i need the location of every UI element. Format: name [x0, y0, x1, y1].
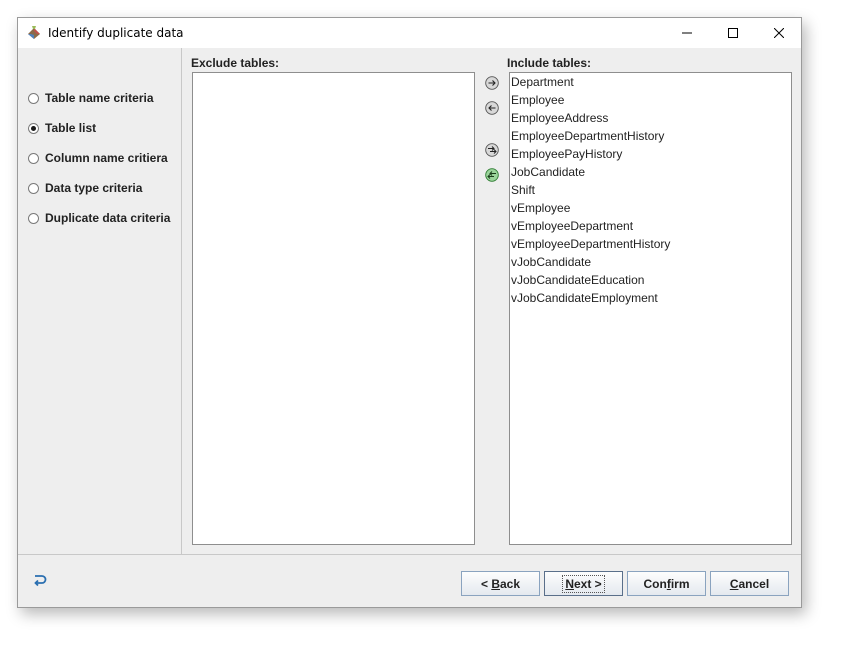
- radio-button-selected[interactable]: [28, 122, 39, 134]
- back-label-mnemonic: B: [491, 576, 500, 591]
- list-item[interactable]: Department: [510, 73, 791, 91]
- include-tables-label: Include tables:: [507, 56, 592, 70]
- list-item[interactable]: EmployeeAddress: [510, 109, 791, 127]
- arrow-right-icon[interactable]: [485, 76, 499, 90]
- list-item[interactable]: JobCandidate: [510, 163, 791, 181]
- list-item[interactable]: vEmployeeDepartment: [510, 217, 791, 235]
- next-label-mnemonic: N: [565, 576, 574, 591]
- confirm-button[interactable]: Confirm: [627, 571, 706, 596]
- confirm-label-post: irm: [670, 576, 690, 591]
- maximize-button[interactable]: [710, 18, 756, 48]
- window-title: Identify duplicate data: [48, 26, 184, 40]
- back-label-pre: <: [480, 576, 492, 591]
- list-item[interactable]: Employee: [510, 91, 791, 109]
- next-label-post: ext >: [573, 576, 602, 591]
- list-item[interactable]: EmployeePayHistory: [510, 145, 791, 163]
- radio-label: Table name criteria: [45, 91, 154, 105]
- cancel-button[interactable]: Cancel: [710, 571, 789, 596]
- arrow-left-icon[interactable]: [485, 101, 499, 115]
- radio-label: Data type criteria: [45, 181, 143, 195]
- list-item[interactable]: vJobCandidateEmployment: [510, 289, 791, 307]
- radio-button[interactable]: [28, 212, 39, 224]
- radio-data-type-criteria[interactable]: Data type criteria: [28, 180, 142, 196]
- confirm-label-pre: Con: [643, 576, 667, 591]
- radio-label: Column name critiera: [45, 151, 168, 165]
- cancel-label-post: ancel: [738, 576, 770, 591]
- list-item[interactable]: vJobCandidateEducation: [510, 271, 791, 289]
- next-button[interactable]: Next >: [544, 571, 623, 596]
- back-label-post: ack: [499, 576, 521, 591]
- radio-table-name-criteria[interactable]: Table name criteria: [28, 90, 154, 106]
- minimize-button[interactable]: [664, 18, 710, 48]
- list-item[interactable]: EmployeeDepartmentHistory: [510, 127, 791, 145]
- radio-label: Table list: [45, 121, 97, 135]
- radio-button[interactable]: [28, 152, 39, 164]
- criteria-sidebar: Table name criteria Table list Column na…: [18, 48, 182, 554]
- radio-button[interactable]: [28, 92, 39, 104]
- double-arrow-right-icon[interactable]: [485, 143, 499, 157]
- dialog-window: Identify duplicate data Table name crite…: [17, 17, 802, 608]
- radio-table-list[interactable]: Table list: [28, 120, 96, 136]
- close-button[interactable]: [756, 18, 802, 48]
- include-tables-list[interactable]: Department Employee EmployeeAddress Empl…: [509, 72, 792, 545]
- list-item[interactable]: Shift: [510, 181, 791, 199]
- double-arrow-left-icon[interactable]: [485, 168, 499, 182]
- app-logo-icon: [26, 25, 42, 41]
- list-item[interactable]: vJobCandidate: [510, 253, 791, 271]
- radio-column-name-criteria[interactable]: Column name critiera: [28, 150, 168, 166]
- radio-button[interactable]: [28, 182, 39, 194]
- footer-divider: [18, 554, 801, 555]
- list-item[interactable]: vEmployee: [510, 199, 791, 217]
- list-item[interactable]: vEmployeeDepartmentHistory: [510, 235, 791, 253]
- exclude-tables-list[interactable]: [192, 72, 475, 545]
- exclude-tables-label: Exclude tables:: [191, 56, 280, 70]
- undo-icon[interactable]: [32, 572, 48, 588]
- title-bar[interactable]: Identify duplicate data: [18, 18, 801, 48]
- radio-label: Duplicate data criteria: [45, 211, 171, 225]
- radio-duplicate-data-criteria[interactable]: Duplicate data criteria: [28, 210, 170, 226]
- back-button[interactable]: < Back: [461, 571, 540, 596]
